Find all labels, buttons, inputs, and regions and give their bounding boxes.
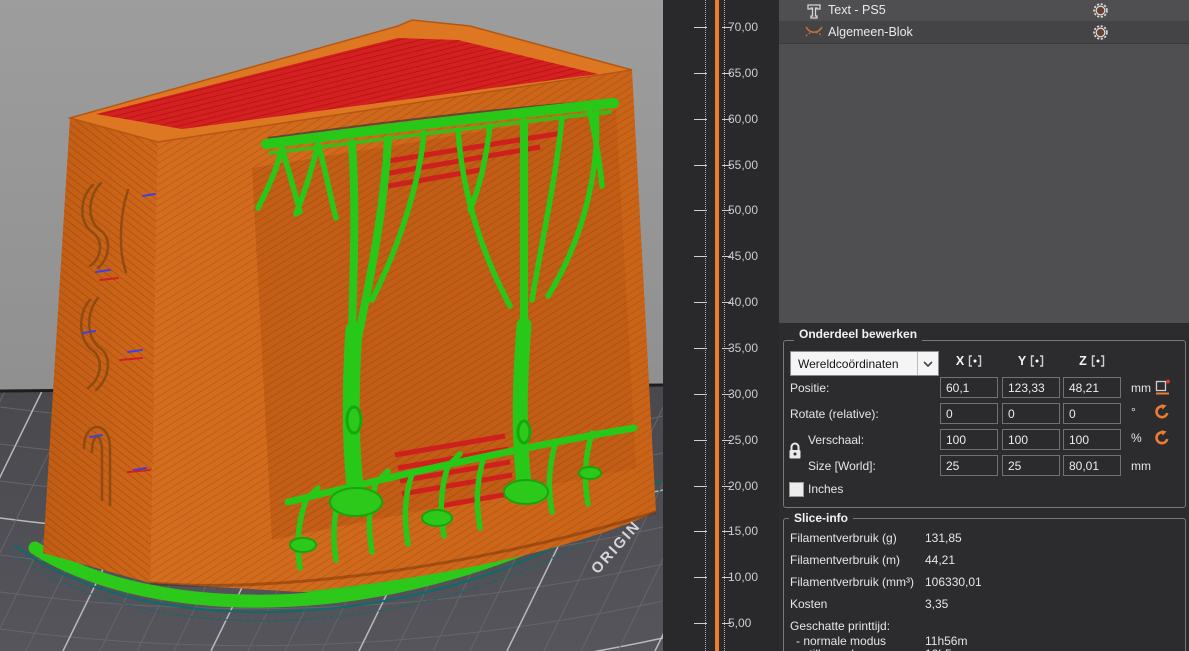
object-label: Text - PS5 [828,3,886,17]
silent-mode-label: - stille modus [796,647,867,651]
ruler-major-tick [694,394,707,395]
layer-slider-handle[interactable] [715,0,719,651]
layer-ruler[interactable]: 70,00 65,00 60,00 55,00 50,00 45,00 40,00 35,00… [663,0,779,651]
print-time-label: Geschatte printtijd: [790,619,890,633]
size-z-input[interactable] [1063,455,1121,476]
axis-center-icon [1030,355,1044,367]
filament-g-label: Filamentverbruik (g) [790,531,897,545]
ruler-label: 45,00 [728,249,758,263]
axis-center-icon [1091,355,1105,367]
drop-to-bed-icon[interactable] [1155,378,1171,400]
filament-mm3-value: 106330,01 [925,575,982,589]
ruler-major-tick [694,577,707,578]
rotate-row-label: Rotate (relative): [790,407,879,421]
normal-mode-label: - normale modus [796,634,886,648]
object-list [779,0,1189,323]
rotate-reset-icon[interactable] [1153,403,1171,426]
ruler-dotted-line [705,0,706,651]
axis-header-z: Z [1063,352,1121,370]
ruler-major-tick [694,165,707,166]
scale-z-input[interactable] [1063,429,1121,450]
viewport-scene [0,0,663,651]
rotate-x-input[interactable] [940,403,998,424]
ruler-label: 15,00 [728,524,758,538]
filament-g-value: 131,85 [925,531,962,545]
inches-label: Inches [808,482,843,496]
ruler-label: 40,00 [728,295,758,309]
text-icon [806,3,822,19]
scale-reset-icon[interactable] [1153,429,1171,452]
normal-mode-value: 11h56m [925,634,967,648]
chevron-down-icon [917,352,938,375]
ruler-major-tick [694,302,707,303]
rotate-z-input[interactable] [1063,403,1121,424]
lock-scale-icon[interactable] [787,441,803,466]
ruler-label: 55,00 [728,158,758,172]
edit-part-title: Onderdeel bewerken [794,327,922,341]
scale-unit: % [1131,431,1142,445]
ruler-label: 25,00 [728,433,758,447]
scale-y-input[interactable] [1002,429,1060,450]
slicer-window: ORIGIN 70,00 65,00 60,00 55,00 50,00 45,00 40,… [0,0,1189,651]
size-unit: mm [1131,459,1151,473]
position-y-input[interactable] [1002,377,1060,398]
cost-label: Kosten [790,597,827,611]
ruler-label: 50,00 [728,203,758,217]
scale-row-label: Verschaal: [808,433,864,447]
object-label: Algemeen-Blok [828,25,913,39]
filament-mm3-label: Filamentverbruik (mm³) [790,575,914,589]
position-x-input[interactable] [940,377,998,398]
ruler-major-tick [694,486,707,487]
position-unit: mm [1131,381,1151,395]
inches-checkbox[interactable] [789,482,804,497]
side-panel: Text - PS5 Algemeen-Blok [779,0,1189,651]
rotate-unit: ° [1131,405,1136,419]
ruler-label: 35,00 [728,341,758,355]
size-row-label: Size [World]: [808,459,876,473]
ruler-major-tick [694,348,707,349]
list-separator [779,43,1189,44]
slice-info-title: Slice-info [789,511,853,525]
axis-center-icon [968,355,982,367]
axis-header-y: Y [1002,352,1060,370]
ruler-major-tick [694,440,707,441]
filament-m-value: 44,21 [925,553,955,567]
ruler-label: 20,00 [728,479,758,493]
silent-mode-value: 12h5m [925,647,962,651]
ruler-major-tick [694,73,707,74]
cost-value: 3,35 [925,597,948,611]
scale-x-input[interactable] [940,429,998,450]
ruler-label: 30,00 [728,387,758,401]
ruler-label: 65,00 [728,66,758,80]
axis-header-x: X [940,352,998,370]
ruler-label: 60,00 [728,112,758,126]
size-y-input[interactable] [1002,455,1060,476]
ruler-major-tick [694,27,707,28]
ruler-major-tick [694,210,707,211]
ruler-label: 10,00 [728,570,758,584]
ruler-label: 5,00 [728,616,751,630]
object-list-item-text-ps5[interactable]: Text - PS5 [779,0,1189,21]
mesh-icon [805,25,823,39]
ruler-label: 70,00 [728,20,758,34]
position-row-label: Positie: [790,381,829,395]
ruler-major-tick [694,119,707,120]
coordinate-system-value: Wereldcoördinaten [791,357,917,371]
size-x-input[interactable] [940,455,998,476]
ruler-major-tick [694,623,707,624]
ruler-major-tick [694,256,707,257]
ruler-major-tick [694,531,707,532]
rotate-y-input[interactable] [1002,403,1060,424]
object-list-item-algemeen-blok[interactable]: Algemeen-Blok [779,21,1189,43]
viewport-3d[interactable]: ORIGIN [0,0,663,651]
coordinate-system-select[interactable]: Wereldcoördinaten [790,351,939,376]
ruler-dotted-line [724,0,725,651]
position-z-input[interactable] [1063,377,1121,398]
filament-m-label: Filamentverbruik (m) [790,553,900,567]
